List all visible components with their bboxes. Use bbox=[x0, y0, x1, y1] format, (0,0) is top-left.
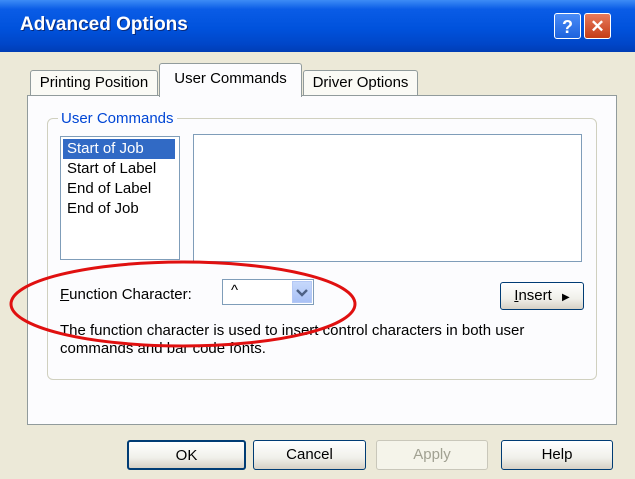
tab-label: User Commands bbox=[174, 70, 287, 87]
help-icon[interactable]: ? bbox=[554, 13, 581, 39]
description-line: The function character is used to insert… bbox=[60, 322, 525, 339]
accelerator-letter: F bbox=[60, 286, 70, 303]
chevron-down-icon[interactable] bbox=[292, 281, 312, 303]
groupbox-legend: User Commands bbox=[58, 110, 177, 127]
tab-user-commands[interactable]: User Commands bbox=[159, 63, 302, 97]
command-text-area[interactable] bbox=[193, 134, 582, 262]
close-icon[interactable]: ✕ bbox=[584, 13, 611, 39]
list-item[interactable]: End of Label bbox=[63, 179, 151, 199]
advanced-options-dialog: Advanced Options ? ✕ Printing Position U… bbox=[0, 0, 635, 479]
title-bar[interactable]: Advanced Options ? ✕ bbox=[0, 0, 635, 52]
cancel-button[interactable]: Cancel bbox=[253, 440, 366, 470]
selected-value: ^ bbox=[231, 282, 239, 299]
help-button[interactable]: Help bbox=[501, 440, 613, 470]
insert-button[interactable]: Insert ▶ bbox=[500, 282, 584, 310]
tab-label: Printing Position bbox=[39, 74, 149, 91]
tab-printing-position[interactable]: Printing Position bbox=[30, 70, 158, 96]
button-label: nsert bbox=[518, 287, 552, 304]
window-title: Advanced Options bbox=[20, 14, 188, 35]
triangle-right-icon: ▶ bbox=[562, 292, 570, 303]
function-character-label: Function Character: bbox=[60, 286, 192, 303]
tab-label: Driver Options bbox=[312, 74, 409, 91]
function-character-select[interactable]: ^ bbox=[222, 279, 314, 305]
list-item[interactable]: End of Job bbox=[63, 199, 139, 219]
ok-button[interactable]: OK bbox=[127, 440, 246, 470]
description-line: commands and bar code fonts. bbox=[60, 340, 266, 357]
label-text: unction Character: bbox=[69, 286, 192, 303]
list-item[interactable]: Start of Job bbox=[63, 139, 175, 159]
command-type-list[interactable]: Start of Job Start of Label End of Label… bbox=[60, 136, 180, 260]
list-item[interactable]: Start of Label bbox=[63, 159, 156, 179]
apply-button: Apply bbox=[376, 440, 488, 470]
tab-driver-options[interactable]: Driver Options bbox=[303, 70, 418, 96]
